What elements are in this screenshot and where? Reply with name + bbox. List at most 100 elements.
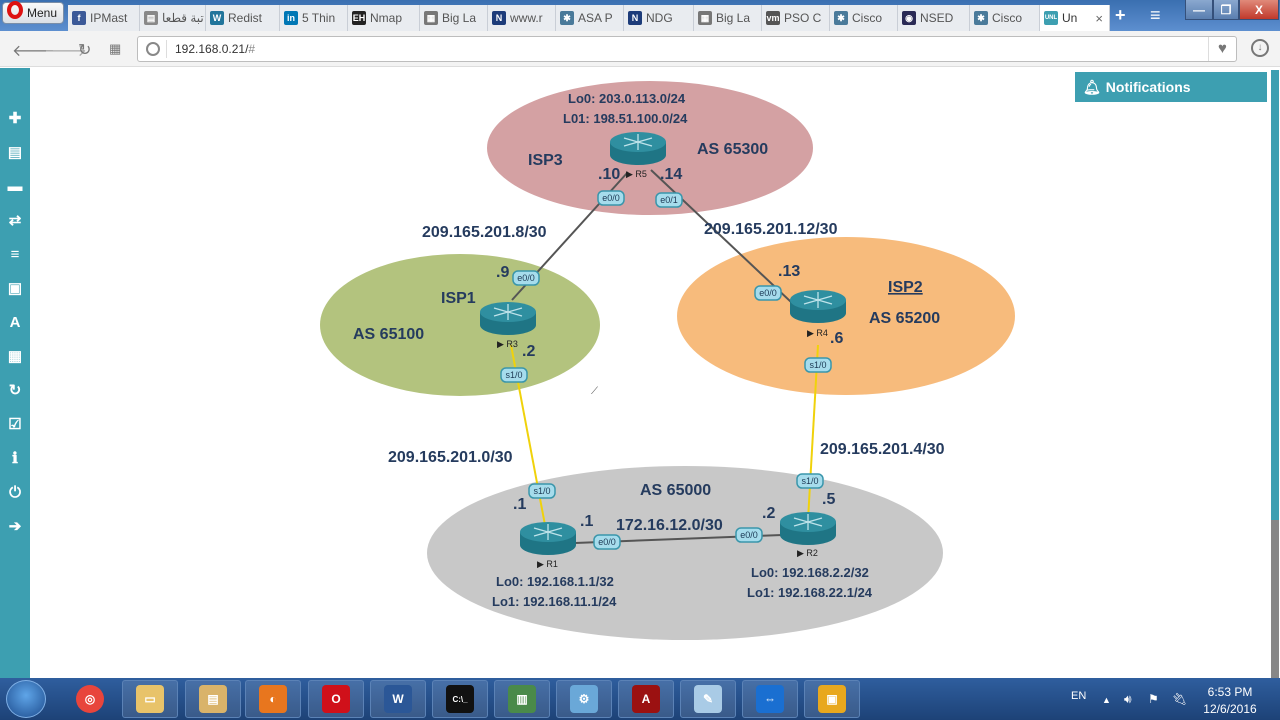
file-explorer-icon: ▭ <box>136 685 164 713</box>
router-r5-label[interactable]: ▶ R5 <box>626 169 647 179</box>
action-center-flag-icon[interactable]: ⚑ <box>1148 692 1159 706</box>
start-button[interactable] <box>6 680 46 718</box>
url-input[interactable]: 192.168.0.21/# ♥ <box>137 36 1237 62</box>
browser-tab[interactable]: ✱ ASA P <box>556 5 624 31</box>
browser-tab[interactable]: EH Nmap <box>348 5 420 31</box>
play-icon: ▶ <box>797 548 806 558</box>
minimize-button[interactable]: — <box>1185 0 1213 20</box>
browser-tab[interactable]: W Redist <box>206 5 280 31</box>
checkbox-icon[interactable]: ☑ <box>5 414 25 434</box>
close-window-button[interactable]: X <box>1239 0 1279 20</box>
iface-r5-e00[interactable]: e0/0 <box>597 190 625 206</box>
speed-dial-icon[interactable]: ▦ <box>109 41 121 57</box>
browser-tab[interactable]: N NDG <box>624 5 694 31</box>
browser-tab[interactable]: ▤ تبة قطعا <box>140 5 206 31</box>
topology-canvas[interactable]: ▶ R5 ▶ R3 ▶ R4 ▶ R1 ▶ R2 e0/0 e0/1 e0/0 … <box>30 68 1270 678</box>
add-icon[interactable]: ✚ <box>5 108 25 128</box>
refresh-icon[interactable]: ↻ <box>5 380 25 400</box>
language-indicator[interactable]: EN <box>1071 690 1086 702</box>
scrollbar-track[interactable] <box>1271 520 1279 678</box>
browser-tab[interactable]: UNL Un × <box>1040 5 1110 31</box>
power-plug-icon[interactable]: 🔌︎ <box>1172 692 1187 706</box>
iface-r5-e01[interactable]: e0/1 <box>655 192 683 208</box>
host-r5-e00: .10 <box>598 166 620 183</box>
interface-label: e0/0 <box>517 273 535 283</box>
browser-tab[interactable]: in 5 Thin <box>280 5 348 31</box>
iface-r2-e00[interactable]: e0/0 <box>735 527 763 543</box>
taskbar-app[interactable]: ✎ <box>680 680 736 718</box>
router-r2[interactable] <box>780 512 836 545</box>
network-icon[interactable]: ⇄ <box>5 210 25 230</box>
taskbar-app[interactable]: ▭ <box>122 680 178 718</box>
browser-tab[interactable]: ▦ Big La <box>694 5 762 31</box>
router-r4-label[interactable]: ▶ R4 <box>807 328 828 338</box>
reload-button[interactable]: ↻ <box>78 40 91 60</box>
iface-r1-e00[interactable]: e0/0 <box>593 534 621 550</box>
taskbar-app[interactable]: ▥ <box>494 680 550 718</box>
startup-config-icon[interactable]: ≡ <box>5 244 25 264</box>
logout-icon[interactable]: ➔ <box>5 516 25 536</box>
router-r1[interactable] <box>520 522 576 555</box>
browser-tab[interactable]: vm PSO C <box>762 5 830 31</box>
taskbar-app[interactable]: W <box>370 680 426 718</box>
router-r2-label[interactable]: ▶ R2 <box>797 548 818 558</box>
iface-r2-s10[interactable]: s1/0 <box>796 473 824 489</box>
iface-r4-e00[interactable]: e0/0 <box>754 285 782 301</box>
browser-tab[interactable]: ▦ Big La <box>420 5 488 31</box>
browser-tab-bar: Menu f IPMast ▤ تبة قطعا W Redist in 5 Thin EH Nm… <box>0 0 1280 31</box>
taskbar-app[interactable]: ◎ <box>62 680 118 718</box>
iface-r3-s10[interactable]: s1/0 <box>500 367 528 383</box>
taskbar-app[interactable]: ▤ <box>185 680 241 718</box>
picture-icon[interactable]: ▣ <box>5 278 25 298</box>
bookmark-heart-icon[interactable]: ♥ <box>1208 37 1236 61</box>
browser-tab[interactable]: ✱ Cisco <box>970 5 1040 31</box>
iface-r3-e00[interactable]: e0/0 <box>512 270 540 286</box>
iface-r4-s10[interactable]: s1/0 <box>804 357 832 373</box>
document-icon: ▤ <box>144 11 158 25</box>
router-r3-label[interactable]: ▶ R3 <box>497 339 518 349</box>
show-hidden-icons-icon[interactable]: ▲ <box>1102 695 1111 705</box>
notifications-button[interactable]: 🔔︎ Notifications <box>1075 72 1267 102</box>
taskbar-app[interactable]: O <box>308 680 364 718</box>
power-icon[interactable]: ⏻ <box>5 482 25 502</box>
storage-icon[interactable]: ▬ <box>5 176 25 196</box>
download-icon[interactable]: ↓ <box>1251 39 1269 57</box>
area-isp1 <box>320 254 600 396</box>
node-list-icon[interactable]: ▤ <box>5 142 25 162</box>
taskbar-app[interactable]: ◐ <box>245 680 301 718</box>
taskbar-app[interactable]: ⚙ <box>556 680 612 718</box>
browser-tab[interactable]: f IPMast <box>68 5 140 31</box>
clock-time[interactable]: 6:53 PM <box>1200 685 1260 699</box>
taskbar-app[interactable]: A <box>618 680 674 718</box>
tab-list-button[interactable]: ≡ <box>1150 5 1161 26</box>
iface-r1-s10[interactable]: s1/0 <box>528 483 556 499</box>
router-r4[interactable] <box>790 290 846 323</box>
opera-menu-button[interactable]: Menu <box>2 1 64 24</box>
browser-tab[interactable]: ◉ NSED <box>898 5 970 31</box>
volume-icon[interactable]: 🔊︎ <box>1124 692 1132 707</box>
site-info-icon[interactable] <box>146 42 160 56</box>
text-icon[interactable]: A <box>5 312 25 332</box>
router-r1-label[interactable]: ▶ R1 <box>537 559 558 569</box>
resize-handle-icon[interactable]: ⟋ <box>591 386 598 397</box>
browser-tab[interactable]: ✱ Cisco <box>830 5 898 31</box>
address-bar: 🡐 🡒 ↻ ▦ 192.168.0.21/# ♥ ↓ <box>0 31 1280 67</box>
grid-icon[interactable]: ▦ <box>5 346 25 366</box>
clock-date[interactable]: 12/6/2016 <box>1200 702 1260 716</box>
scrollbar-thumb[interactable] <box>1271 70 1279 520</box>
taskbar-app[interactable]: ▣ <box>804 680 860 718</box>
host-r3-e00: .9 <box>496 264 509 281</box>
info-icon[interactable]: ℹ <box>5 448 25 468</box>
browser-tab[interactable]: Nwww.r <box>488 5 556 31</box>
play-icon: ▶ <box>497 339 506 349</box>
taskbar-app[interactable]: C:\_ <box>432 680 488 718</box>
subnet-r5-r4: 209.165.201.12/30 <box>704 221 838 238</box>
vmware-icon: vm <box>766 11 780 25</box>
router-r5[interactable] <box>610 132 666 165</box>
router-r3[interactable] <box>480 302 536 335</box>
close-tab-icon[interactable]: × <box>1095 11 1103 26</box>
taskbar-app[interactable]: ⇔ <box>742 680 798 718</box>
restore-button[interactable]: ❐ <box>1213 0 1239 20</box>
topology-svg: ▶ R5 ▶ R3 ▶ R4 ▶ R1 ▶ R2 e0/0 e0/1 e0/0 … <box>320 81 1015 640</box>
new-tab-button[interactable]: + <box>1115 5 1126 26</box>
